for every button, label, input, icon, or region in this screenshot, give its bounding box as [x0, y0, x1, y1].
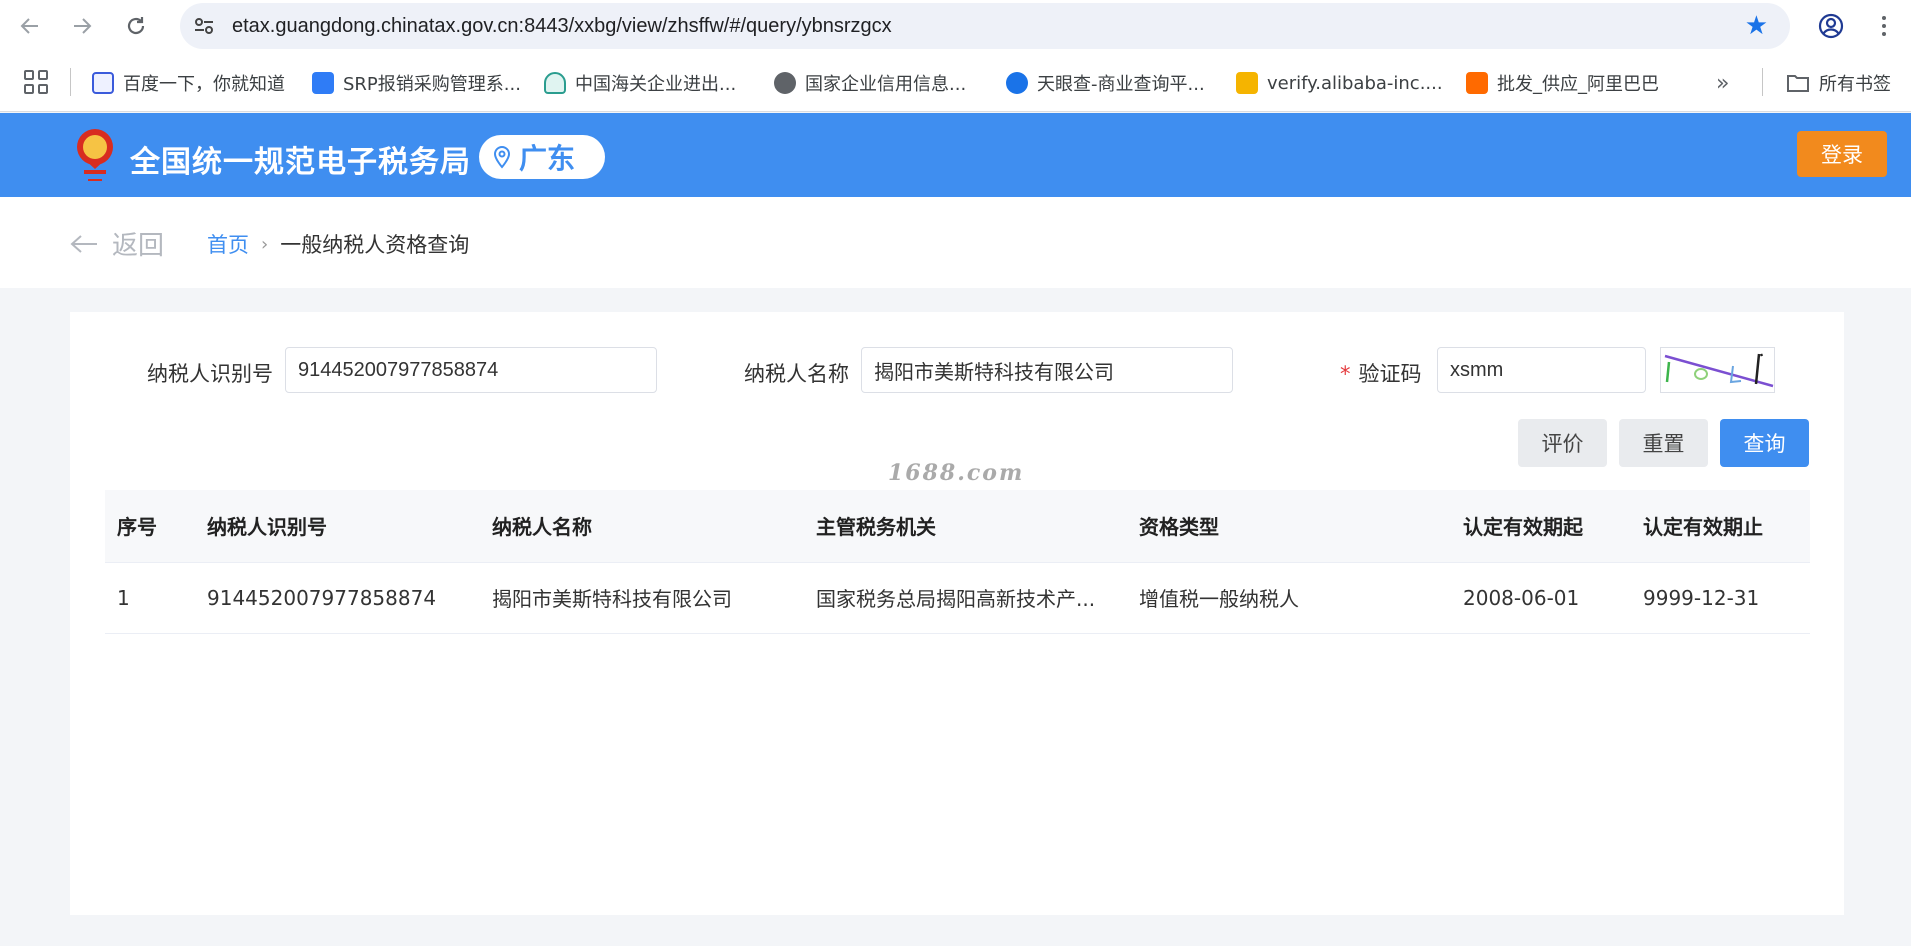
url-text[interactable]: etax.guangdong.chinatax.gov.cn:8443/xxbg… [232, 15, 892, 38]
reload-icon[interactable] [120, 10, 152, 42]
all-bookmarks-label: 所有书签 [1819, 74, 1891, 95]
column-header: 资格类型 [1127, 490, 1451, 563]
bookmarks-divider [1762, 68, 1763, 96]
alibaba-1688-icon [1466, 72, 1488, 94]
login-button[interactable]: 登录 [1797, 131, 1887, 177]
captcha-image[interactable] [1660, 347, 1775, 393]
bookmark-baidu[interactable]: 百度一下，你就知道 [92, 70, 285, 96]
bookmark-credit[interactable]: 国家企业信用信息... [774, 70, 966, 96]
bookmarks-bar: 百度一下，你就知道 SRP报销采购管理系... 中国海关企业进出... 国家企业… [0, 52, 1911, 112]
captcha-label: * 验证码 [1340, 358, 1422, 388]
bookmark-label: verify.alibaba-inc.... [1267, 72, 1443, 94]
table-cell: 914452007977858874 [195, 562, 480, 634]
region-selector[interactable]: 广东 [479, 135, 605, 179]
query-button[interactable]: 查询 [1720, 419, 1809, 467]
alibaba-verify-icon [1236, 72, 1258, 94]
apps-grid-icon[interactable] [24, 70, 48, 94]
bookmark-label: 国家企业信用信息... [805, 74, 967, 95]
table-row: 1 914452007977858874 揭阳市美斯特科技有限公司 国家税务总局… [105, 562, 1810, 634]
bookmark-label: 天眼查-商业查询平... [1037, 74, 1205, 95]
table-cell: 国家税务总局揭阳高新技术产... [804, 562, 1127, 634]
column-header: 主管税务机关 [804, 490, 1127, 563]
address-bar[interactable]: etax.guangdong.chinatax.gov.cn:8443/xxbg… [180, 3, 1790, 49]
tianyancha-icon [1006, 72, 1028, 94]
watermark: 1688.com [888, 460, 1025, 486]
taxpayer-id-label: 纳税人识别号 [147, 362, 273, 386]
globe-icon [774, 72, 796, 94]
column-header: 认定有效期起 [1451, 490, 1631, 563]
column-header: 纳税人识别号 [195, 490, 480, 563]
taxpayer-name-input[interactable]: 揭阳市美斯特科技有限公司 [861, 347, 1233, 393]
evaluate-button[interactable]: 评价 [1518, 419, 1607, 467]
results-table: 序号 纳税人识别号 纳税人名称 主管税务机关 资格类型 认定有效期起 认定有效期… [105, 490, 1810, 634]
bookmark-label: 中国海关企业进出... [575, 74, 737, 95]
table-cell: 1 [105, 562, 195, 634]
table-cell: 2008-06-01 [1451, 562, 1631, 634]
breadcrumb-home-link[interactable]: 首页 [207, 229, 249, 259]
folder-icon [1787, 75, 1809, 92]
customs-icon [544, 72, 566, 94]
bookmark-alibaba-verify[interactable]: verify.alibaba-inc.... [1236, 70, 1443, 96]
bookmark-1688[interactable]: 批发_供应_阿里巴巴 [1466, 70, 1659, 96]
column-header: 认定有效期止 [1631, 490, 1810, 563]
table-cell: 揭阳市美斯特科技有限公司 [480, 562, 804, 634]
breadcrumb: 首页 › 一般纳税人资格查询 [207, 229, 469, 259]
browser-toolbar: etax.guangdong.chinatax.gov.cn:8443/xxbg… [0, 0, 1911, 52]
bookmark-star-icon[interactable]: ★ [1745, 11, 1768, 41]
bookmark-label: 批发_供应_阿里巴巴 [1497, 74, 1659, 95]
reset-button[interactable]: 重置 [1619, 419, 1708, 467]
bookmark-tianyancha[interactable]: 天眼查-商业查询平... [1006, 70, 1205, 96]
required-asterisk: * [1340, 362, 1351, 386]
back-arrow-icon[interactable] [14, 10, 46, 42]
site-header: 全国统一规范电子税务局 广东 登录 [0, 113, 1911, 197]
site-title: 全国统一规范电子税务局 [130, 145, 471, 180]
tax-emblem-icon [77, 129, 113, 181]
bookmark-label: SRP报销采购管理系... [343, 74, 521, 95]
column-header: 序号 [105, 490, 195, 563]
all-bookmarks[interactable]: 所有书签 [1786, 70, 1891, 96]
taxpayer-name-label: 纳税人名称 [744, 362, 849, 386]
bookmark-customs[interactable]: 中国海关企业进出... [544, 70, 736, 96]
breadcrumb-current: 一般纳税人资格查询 [280, 233, 470, 257]
region-label: 广东 [519, 142, 576, 175]
taxpayer-id-input[interactable]: 914452007977858874 [285, 347, 657, 393]
srp-icon [312, 72, 334, 94]
location-pin-icon [493, 145, 511, 169]
table-cell: 增值税一般纳税人 [1127, 562, 1451, 634]
site-settings-icon[interactable] [192, 14, 216, 38]
query-card: 纳税人识别号 914452007977858874 纳税人名称 揭阳市美斯特科技… [70, 312, 1844, 915]
profile-icon[interactable] [1815, 10, 1847, 42]
back-button[interactable]: 返回 [70, 225, 164, 262]
bookmarks-divider [70, 68, 71, 96]
captcha-input[interactable]: xsmm [1437, 347, 1646, 393]
table-header-row: 序号 纳税人识别号 纳税人名称 主管税务机关 资格类型 认定有效期起 认定有效期… [105, 490, 1810, 563]
back-label: 返回 [112, 231, 165, 261]
breadcrumb-bar: 返回 首页 › 一般纳税人资格查询 [0, 197, 1911, 288]
baidu-icon [92, 72, 114, 94]
back-arrow-icon [70, 234, 97, 253]
browser-menu-icon[interactable] [1872, 10, 1896, 42]
captcha-label-text: 验证码 [1358, 362, 1422, 386]
table-cell: 9999-12-31 [1631, 562, 1810, 634]
breadcrumb-chevron-icon: › [261, 233, 269, 255]
more-bookmarks-icon[interactable]: » [1716, 70, 1729, 96]
forward-arrow-icon[interactable] [66, 10, 98, 42]
bookmark-label: 百度一下，你就知道 [123, 74, 285, 95]
bookmark-srp[interactable]: SRP报销采购管理系... [312, 70, 521, 96]
column-header: 纳税人名称 [480, 490, 804, 563]
